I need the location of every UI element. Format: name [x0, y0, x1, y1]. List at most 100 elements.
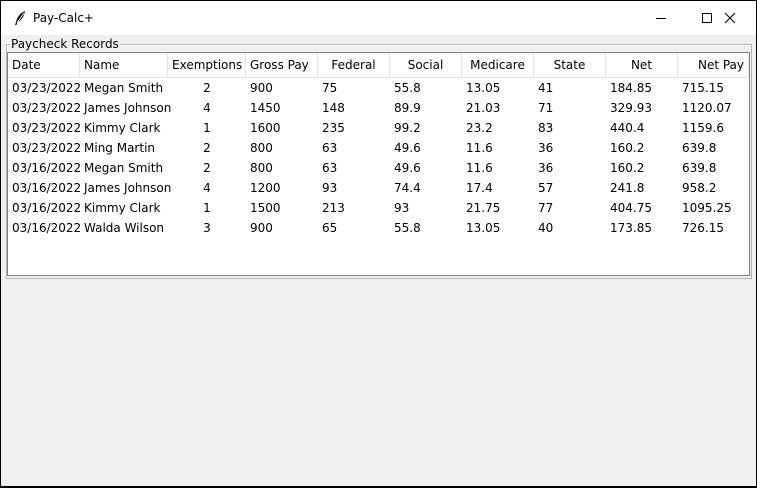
- paycheck-records-label: Paycheck Records: [10, 37, 120, 51]
- cell-date: 03/23/2022: [12, 81, 82, 95]
- cell-gross-pay: 800: [250, 141, 273, 155]
- cell-exemptions: 4: [203, 101, 211, 115]
- table-row[interactable]: 03/16/2022 Kimmy Clark 1 1500 213 93 21.75 77 40…: [8, 198, 749, 218]
- cell-net: 160.2: [610, 141, 645, 155]
- cell-medicare: 11.6: [466, 141, 493, 155]
- column-header-federal[interactable]: Federal: [318, 53, 390, 78]
- cell-name: Megan Smith: [84, 161, 164, 175]
- cell-federal: 63: [322, 141, 338, 155]
- cell-medicare: 13.05: [466, 221, 501, 235]
- cell-date: 03/16/2022: [12, 161, 82, 175]
- cell-social: 55.8: [394, 81, 421, 95]
- cell-name: Kimmy Clark: [84, 121, 161, 135]
- cell-medicare: 21.75: [466, 201, 501, 215]
- cell-net: 329.93: [610, 101, 652, 115]
- cell-date: 03/23/2022: [12, 101, 82, 115]
- cell-net-pay: 639.8: [682, 141, 717, 155]
- table-row[interactable]: 03/16/2022 James Johnson 4 1200 93 74.4 17.4 57…: [8, 178, 749, 198]
- cell-federal: 75: [322, 81, 338, 95]
- cell-exemptions: 4: [203, 181, 211, 195]
- table-header: Date Name Exemptions Gross Pay Federal Social…: [8, 53, 749, 78]
- column-header-name[interactable]: Name: [80, 53, 168, 78]
- cell-social: 49.6: [394, 141, 421, 155]
- cell-gross-pay: 1450: [250, 101, 281, 115]
- cell-medicare: 21.03: [466, 101, 501, 115]
- app-window: Pay-Calc+ Paycheck Records Date Name Exemp…: [1, 1, 756, 486]
- minimize-button[interactable]: [638, 1, 684, 35]
- cell-federal: 148: [322, 101, 345, 115]
- cell-net-pay: 639.8: [682, 161, 717, 175]
- cell-net: 160.2: [610, 161, 645, 175]
- cell-federal: 93: [322, 181, 338, 195]
- column-header-medicare[interactable]: Medicare: [462, 53, 534, 78]
- cell-state: 57: [538, 181, 554, 195]
- cell-net-pay: 1095.25: [682, 201, 732, 215]
- cell-exemptions: 1: [203, 201, 211, 215]
- cell-state: 36: [538, 161, 554, 175]
- cell-medicare: 23.2: [466, 121, 493, 135]
- cell-gross-pay: 1500: [250, 201, 281, 215]
- paycheck-records-table[interactable]: Date Name Exemptions Gross Pay Federal Social…: [7, 52, 750, 276]
- cell-gross-pay: 800: [250, 161, 273, 175]
- cell-date: 03/23/2022: [12, 121, 82, 135]
- table-row[interactable]: 03/23/2022 James Johnson 4 1450 148 89.9 21.03…: [8, 98, 749, 118]
- cell-name: Ming Martin: [84, 141, 156, 155]
- cell-name: James Johnson: [84, 181, 172, 195]
- cell-date: 03/16/2022: [12, 221, 82, 235]
- column-header-date[interactable]: Date: [8, 53, 80, 78]
- cell-date: 03/16/2022: [12, 181, 82, 195]
- cell-medicare: 13.05: [466, 81, 501, 95]
- cell-exemptions: 2: [203, 161, 211, 175]
- cell-net-pay: 1159.6: [682, 121, 724, 135]
- feather-icon: [12, 10, 28, 26]
- close-button[interactable]: [707, 1, 753, 35]
- cell-date: 03/16/2022: [12, 201, 82, 215]
- column-header-net-pay[interactable]: Net Pay: [678, 53, 749, 78]
- cell-net-pay: 958.2: [682, 181, 717, 195]
- cell-state: 83: [538, 121, 554, 135]
- cell-exemptions: 3: [203, 221, 211, 235]
- cell-name: Megan Smith: [84, 81, 164, 95]
- table-row[interactable]: 03/23/2022 Megan Smith 2 900 75 55.8 13.05 41 18…: [8, 78, 749, 98]
- cell-social: 74.4: [394, 181, 421, 195]
- cell-state: 40: [538, 221, 554, 235]
- column-header-gross-pay[interactable]: Gross Pay: [246, 53, 318, 78]
- cell-federal: 65: [322, 221, 338, 235]
- minimize-icon: [656, 18, 666, 19]
- table-row[interactable]: 03/16/2022 Megan Smith 2 800 63 49.6 11.6 36 160…: [8, 158, 749, 178]
- cell-federal: 213: [322, 201, 345, 215]
- cell-state: 77: [538, 201, 554, 215]
- cell-net: 241.8: [610, 181, 645, 195]
- cell-date: 03/23/2022: [12, 141, 82, 155]
- column-header-state[interactable]: State: [534, 53, 606, 78]
- title-bar[interactable]: Pay-Calc+: [1, 1, 756, 35]
- cell-net: 184.85: [610, 81, 652, 95]
- cell-name: Walda Wilson: [84, 221, 165, 235]
- table-row[interactable]: 03/23/2022 Ming Martin 2 800 63 49.6 11.6 36 160…: [8, 138, 749, 158]
- column-header-exemptions[interactable]: Exemptions: [168, 53, 246, 78]
- cell-exemptions: 1: [203, 121, 211, 135]
- cell-name: Kimmy Clark: [84, 201, 161, 215]
- close-icon: [724, 12, 736, 24]
- cell-name: James Johnson: [84, 101, 172, 115]
- column-header-net[interactable]: Net: [606, 53, 678, 78]
- cell-federal: 63: [322, 161, 338, 175]
- column-header-social[interactable]: Social: [390, 53, 462, 78]
- cell-net-pay: 726.15: [682, 221, 724, 235]
- cell-state: 71: [538, 101, 554, 115]
- cell-social: 99.2: [394, 121, 421, 135]
- cell-social: 89.9: [394, 101, 421, 115]
- cell-exemptions: 2: [203, 141, 211, 155]
- cell-net-pay: 1120.07: [682, 101, 732, 115]
- cell-net: 173.85: [610, 221, 652, 235]
- cell-medicare: 17.4: [466, 181, 493, 195]
- cell-gross-pay: 1200: [250, 181, 281, 195]
- cell-social: 93: [394, 201, 410, 215]
- cell-net: 440.4: [610, 121, 645, 135]
- cell-net: 404.75: [610, 201, 652, 215]
- cell-gross-pay: 900: [250, 221, 273, 235]
- cell-state: 41: [538, 81, 554, 95]
- table-row[interactable]: 03/16/2022 Walda Wilson 3 900 65 55.8 13.05 40 1…: [8, 218, 749, 238]
- cell-federal: 235: [322, 121, 345, 135]
- table-row[interactable]: 03/23/2022 Kimmy Clark 1 1600 235 99.2 23.2 83 4…: [8, 118, 749, 138]
